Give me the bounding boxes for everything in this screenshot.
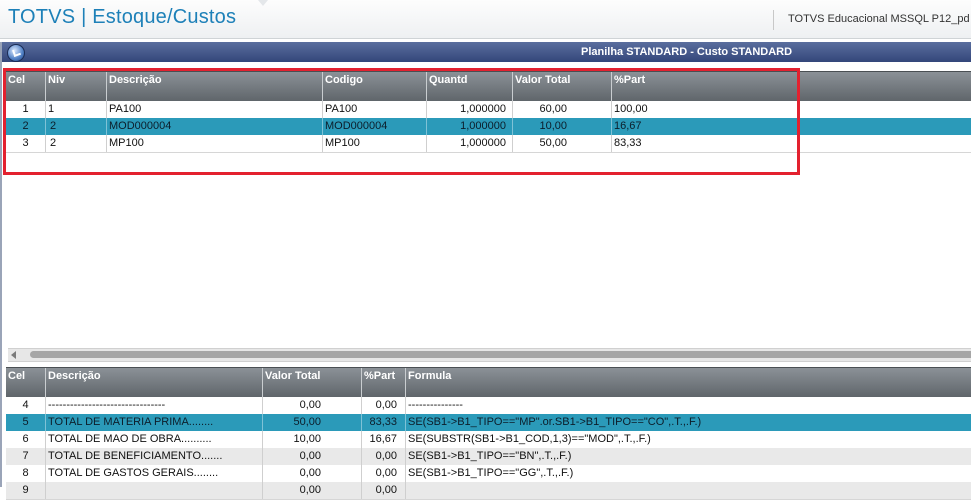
cell-cel: 2 xyxy=(6,118,46,135)
window-menu-icon[interactable] xyxy=(7,44,25,62)
cell-part: 0,00 xyxy=(362,482,406,499)
top-col-codigo[interactable]: Codigo xyxy=(323,72,427,102)
cell-formula: SE(SB1->B1_TIPO=="GG",.T.,.F.) xyxy=(408,467,574,479)
top-col-niv[interactable]: Niv xyxy=(46,72,107,102)
top-col-cel[interactable]: Cel xyxy=(6,72,46,102)
top-col-valor-total[interactable]: Valor Total xyxy=(513,72,612,102)
cell-part: 83,33 xyxy=(614,137,642,149)
cell-part: 0,00 xyxy=(362,465,406,482)
cell-descricao: TOTAL DE GASTOS GERAIS........ xyxy=(46,465,263,482)
cell-valor-total: 10,00 xyxy=(513,118,612,135)
cell-valor-total: 0,00 xyxy=(263,465,362,482)
window-titlebar: Planilha STANDARD - Custo STANDARD xyxy=(2,42,971,62)
cell-cel: 1 xyxy=(6,101,46,118)
bottom-col-formula[interactable]: Formula xyxy=(406,368,971,398)
cell-valor-total: 60,00 xyxy=(513,101,612,118)
cell-part: 83,33 xyxy=(362,414,406,431)
cell-cel: 8 xyxy=(6,465,46,482)
environment-label: TOTVS Educacional MSSQL P12_pd xyxy=(788,13,970,25)
header-notch xyxy=(258,0,268,6)
cell-valor-total: 50,00 xyxy=(263,414,362,431)
cell-formula xyxy=(406,482,971,499)
table-row[interactable]: 4 -------------------------------- 0,00 … xyxy=(6,397,971,415)
cell-cel: 4 xyxy=(6,397,46,414)
top-col-quantd[interactable]: Quantd xyxy=(427,72,513,102)
bottom-col-part[interactable]: %Part xyxy=(362,368,406,398)
cell-cel: 7 xyxy=(6,448,46,465)
cell-cel: 5 xyxy=(6,414,46,431)
cell-cel: 9 xyxy=(6,482,46,499)
cell-valor-total: 50,00 xyxy=(513,135,612,152)
cell-codigo: MP100 xyxy=(323,135,427,152)
app-header: TOTVS | Estoque/Custos TOTVS Educacional… xyxy=(0,0,971,39)
table-row[interactable]: 6 TOTAL DE MAO DE OBRA.......... 10,00 1… xyxy=(6,431,971,449)
cell-valor-total: 0,00 xyxy=(263,397,362,414)
cell-descricao: TOTAL DE MATERIA PRIMA........ xyxy=(46,414,263,431)
bottom-col-cel[interactable]: Cel xyxy=(6,368,46,398)
cell-descricao: -------------------------------- xyxy=(46,397,263,414)
table-row[interactable]: 7 TOTAL DE BENEFICIAMENTO....... 0,00 0,… xyxy=(6,448,971,466)
cell-formula: SE(SB1->B1_TIPO=="BN",.T.,.F.) xyxy=(408,450,572,462)
table-row[interactable]: 3 2 MP100 MP100 1,000000 50,00 83,33 xyxy=(6,135,971,153)
cell-cel: 3 xyxy=(6,135,46,152)
cell-descricao: TOTAL DE BENEFICIAMENTO....... xyxy=(46,448,263,465)
cell-part: 0,00 xyxy=(362,397,406,414)
cell-cel: 6 xyxy=(6,431,46,448)
cell-niv: 1 xyxy=(46,101,107,118)
cell-part: 0,00 xyxy=(362,448,406,465)
bottom-col-descricao[interactable]: Descrição xyxy=(46,368,263,398)
scrollbar-thumb[interactable] xyxy=(30,351,971,358)
cell-formula: SE(SB1->B1_TIPO=="MP".or.SB1->B1_TIPO=="… xyxy=(408,416,702,428)
cell-descricao: MP100 xyxy=(107,135,323,152)
top-col-part[interactable]: %Part xyxy=(612,72,971,102)
window-title: Planilha STANDARD - Custo STANDARD xyxy=(581,46,793,58)
cell-descricao: TOTAL DE MAO DE OBRA.......... xyxy=(46,431,263,448)
scroll-left-icon[interactable] xyxy=(11,351,16,359)
cell-quantd: 1,000000 xyxy=(427,101,513,118)
cell-niv: 2 xyxy=(46,135,107,152)
bottom-grid-header: Cel Descrição Valor Total %Part Formula xyxy=(6,367,971,398)
table-row-selected[interactable]: 5 TOTAL DE MATERIA PRIMA........ 50,00 8… xyxy=(6,414,971,432)
cell-descricao: PA100 xyxy=(107,101,323,118)
cell-part: 16,67 xyxy=(614,120,642,132)
cell-codigo: MOD000004 xyxy=(323,118,427,135)
horizontal-scrollbar[interactable] xyxy=(8,348,971,362)
header-divider xyxy=(773,10,774,30)
app-title: TOTVS | Estoque/Custos xyxy=(8,6,237,28)
cell-quantd: 1,000000 xyxy=(427,135,513,152)
cell-part: 16,67 xyxy=(362,431,406,448)
table-row-selected[interactable]: 2 2 MOD000004 MOD000004 1,000000 10,00 1… xyxy=(6,118,971,136)
cell-valor-total: 0,00 xyxy=(263,482,362,499)
table-row[interactable]: 1 1 PA100 PA100 1,000000 60,00 100,00 xyxy=(6,101,971,119)
cell-part: 100,00 xyxy=(614,103,648,115)
cell-codigo: PA100 xyxy=(323,101,427,118)
cell-quantd: 1,000000 xyxy=(427,118,513,135)
cell-niv: 2 xyxy=(46,118,107,135)
cell-descricao: MOD000004 xyxy=(107,118,323,135)
top-col-descricao[interactable]: Descrição xyxy=(107,72,323,102)
table-row[interactable]: 9 0,00 0,00 xyxy=(6,482,971,500)
cell-formula: SE(SUBSTR(SB1->B1_COD,1,3)=="MOD",.T.,.F… xyxy=(408,433,651,445)
top-grid-header: Cel Niv Descrição Codigo Quantd Valor To… xyxy=(6,71,971,102)
cell-valor-total: 10,00 xyxy=(263,431,362,448)
cell-descricao xyxy=(46,482,263,499)
cell-valor-total: 0,00 xyxy=(263,448,362,465)
bottom-col-valor-total[interactable]: Valor Total xyxy=(263,368,362,398)
cell-formula: --------------- xyxy=(408,399,463,411)
table-row[interactable]: 8 TOTAL DE GASTOS GERAIS........ 0,00 0,… xyxy=(6,465,971,483)
